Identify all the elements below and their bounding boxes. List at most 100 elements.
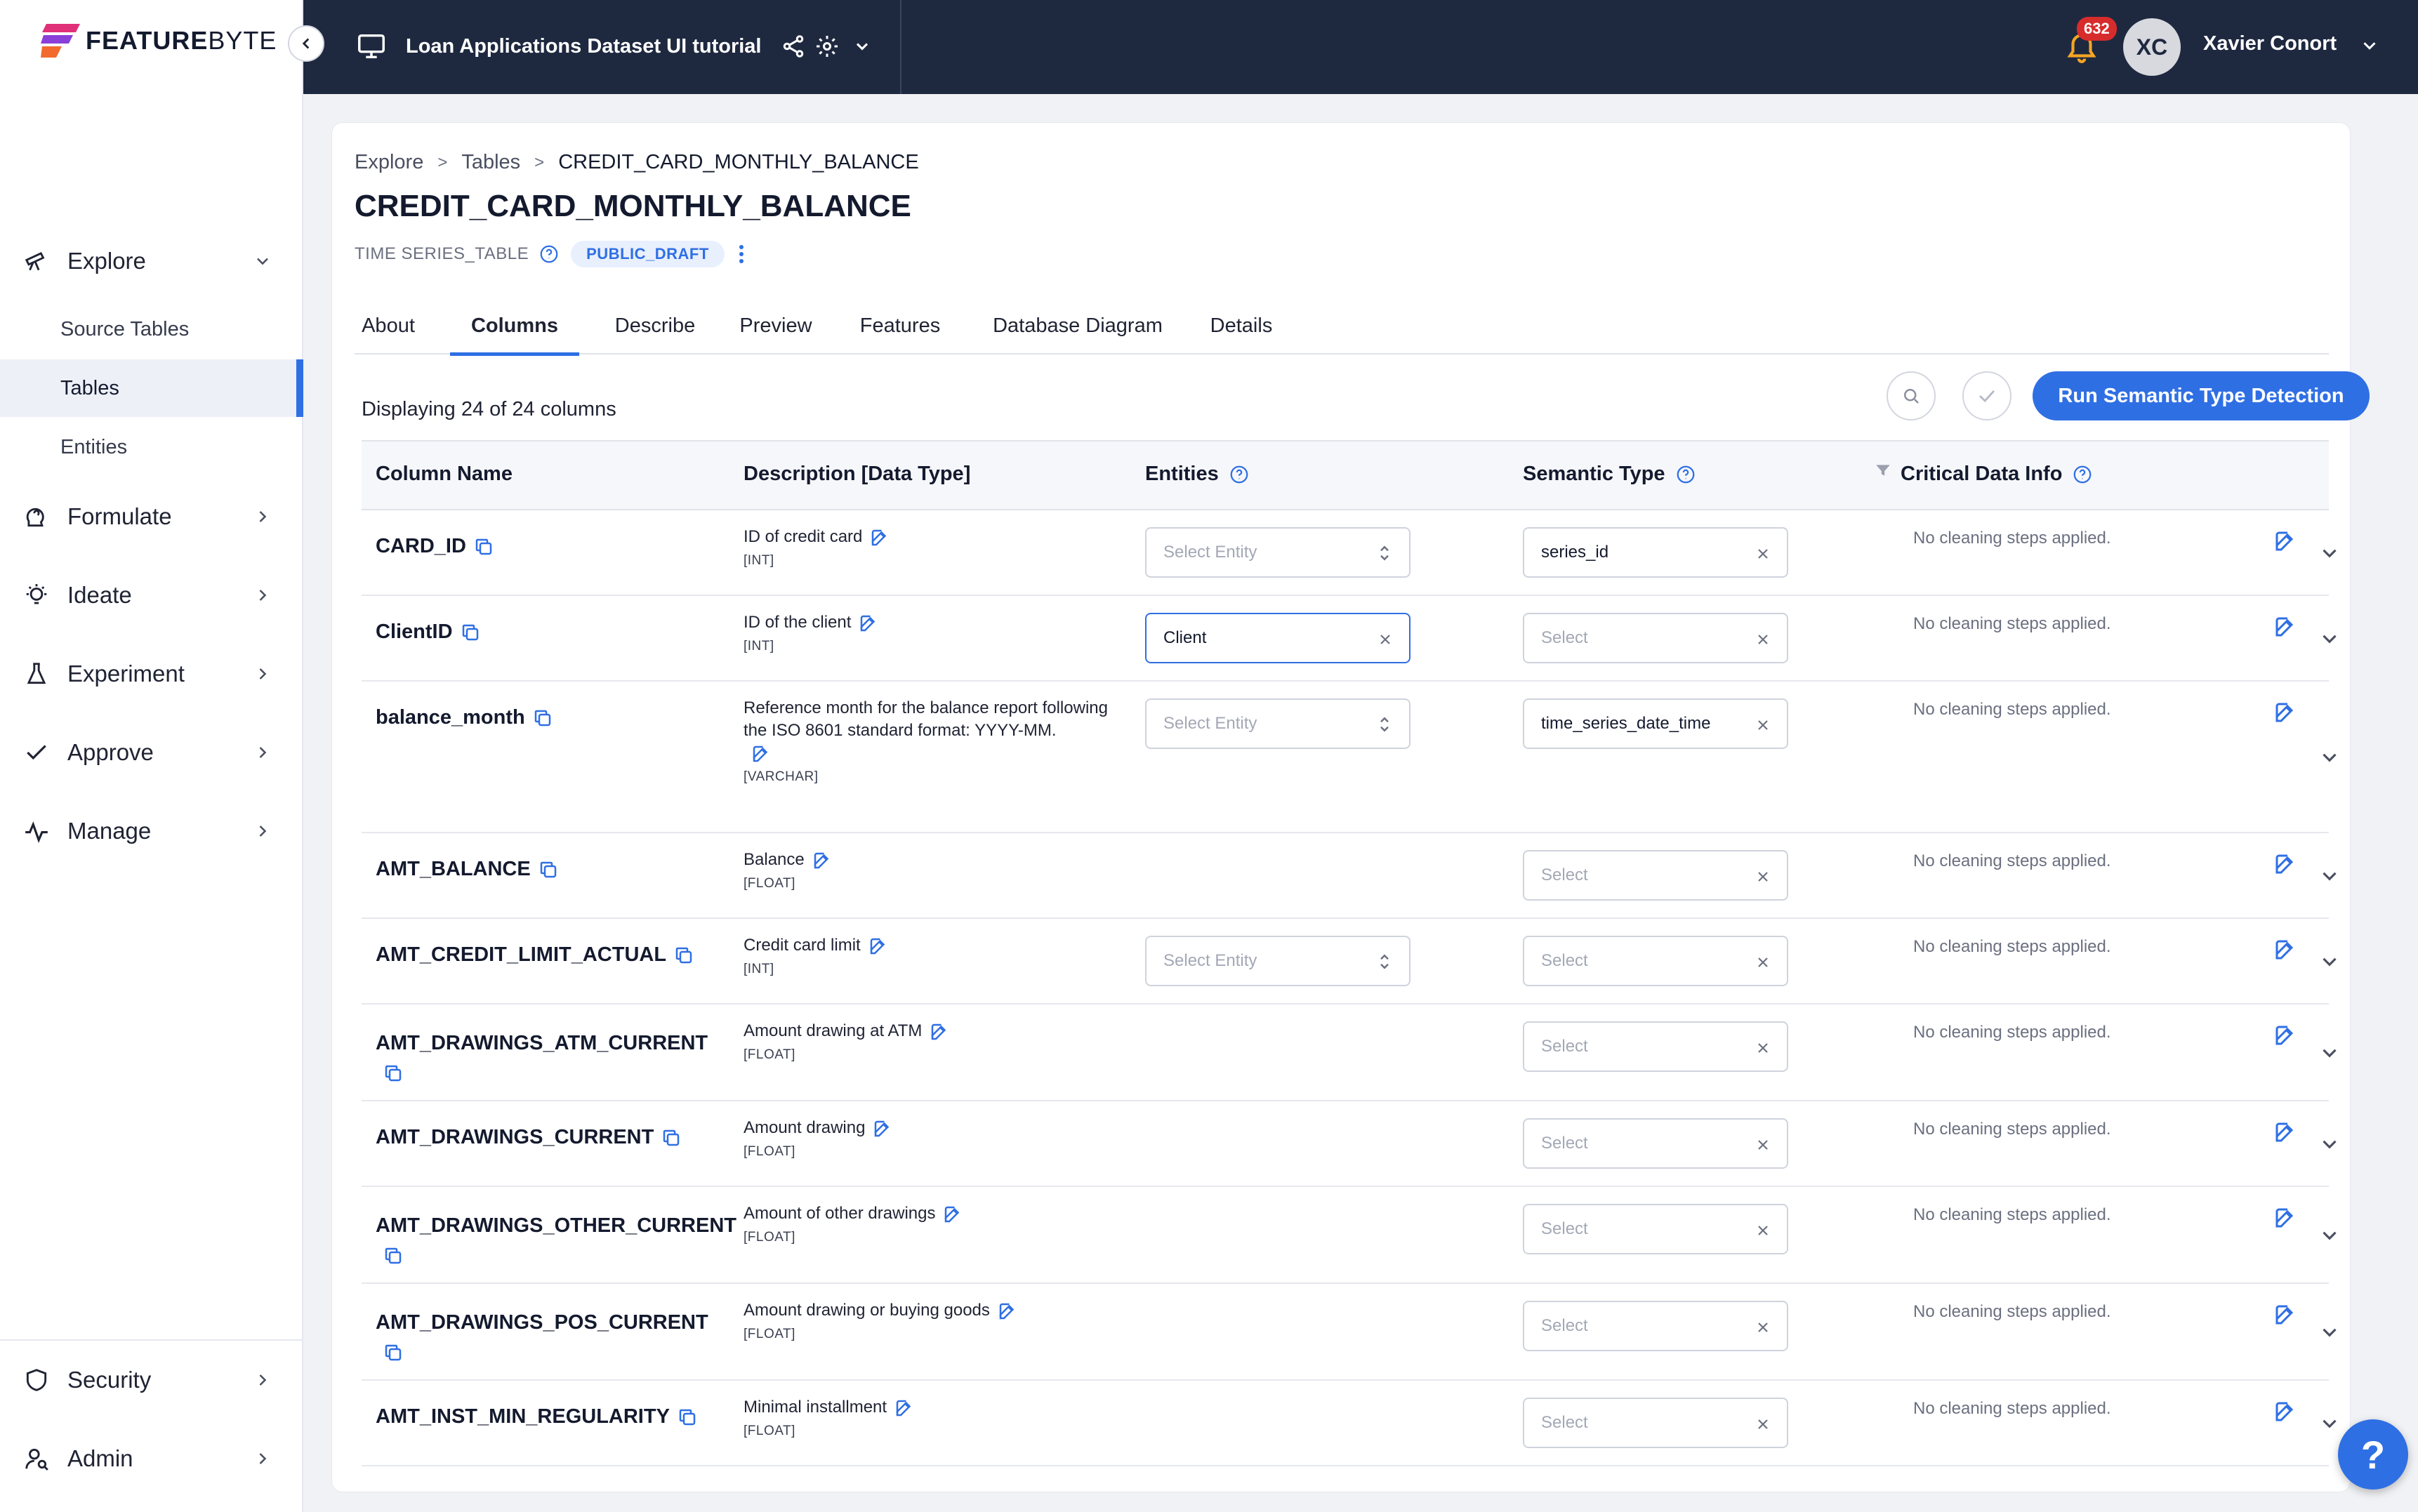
sidebar-item-manage[interactable]: Manage xyxy=(0,802,303,861)
clear-icon[interactable] xyxy=(1755,717,1771,734)
entity-select[interactable]: Select Entity xyxy=(1145,936,1410,986)
sidebar-subitem-entities[interactable]: Entities xyxy=(0,418,303,476)
edit-icon[interactable] xyxy=(2273,1205,2298,1231)
copy-icon[interactable] xyxy=(673,945,694,966)
gear-icon[interactable] xyxy=(814,34,840,59)
edit-description-icon[interactable] xyxy=(929,1021,950,1042)
sidebar-subitem-source-tables[interactable]: Source Tables xyxy=(0,300,303,358)
edit-icon[interactable] xyxy=(2273,1120,2298,1145)
edit-icon[interactable] xyxy=(2273,851,2298,877)
help-circle-icon[interactable] xyxy=(539,244,560,265)
edit-icon[interactable] xyxy=(2273,614,2298,639)
copy-icon[interactable] xyxy=(538,859,559,880)
chevron-down-icon[interactable] xyxy=(2318,950,2341,974)
breadcrumb-explore[interactable]: Explore xyxy=(355,151,423,174)
share-icon[interactable] xyxy=(781,34,806,59)
semantic-type-select[interactable]: Select xyxy=(1523,1204,1788,1254)
clear-icon[interactable] xyxy=(1755,1416,1771,1433)
chevron-down-icon[interactable] xyxy=(2359,35,2380,56)
copy-icon[interactable] xyxy=(460,622,481,643)
clear-icon[interactable] xyxy=(1755,868,1771,885)
help-circle-icon[interactable] xyxy=(1229,464,1250,485)
copy-icon[interactable] xyxy=(532,708,553,729)
chevron-down-icon[interactable] xyxy=(2318,745,2341,769)
chevron-down-icon[interactable] xyxy=(852,37,872,56)
edit-description-icon[interactable] xyxy=(997,1301,1018,1322)
help-circle-icon[interactable] xyxy=(2072,464,2093,485)
semantic-type-select[interactable]: Select xyxy=(1523,1398,1788,1448)
clear-icon[interactable] xyxy=(1377,631,1394,648)
clear-icon[interactable] xyxy=(1755,954,1771,971)
entity-select[interactable]: Select Entity xyxy=(1145,527,1410,578)
edit-icon[interactable] xyxy=(2273,1302,2298,1327)
chevron-down-icon[interactable] xyxy=(2318,1223,2341,1247)
clear-icon[interactable] xyxy=(1755,545,1771,562)
edit-description-icon[interactable] xyxy=(751,743,772,764)
chevron-down-icon[interactable] xyxy=(2318,864,2341,888)
sidebar-item-experiment[interactable]: Experiment xyxy=(0,644,303,703)
semantic-type-select[interactable]: series_id xyxy=(1523,527,1788,578)
entity-select[interactable]: Select Entity xyxy=(1145,698,1410,749)
collapse-sidebar-button[interactable] xyxy=(288,25,324,62)
tab-database-diagram[interactable]: Database Diagram xyxy=(979,297,1176,354)
semantic-type-select[interactable]: Select xyxy=(1523,1118,1788,1169)
tab-describe[interactable]: Describe xyxy=(606,297,704,354)
sidebar-item-formulate[interactable]: Formulate xyxy=(0,487,303,546)
copy-icon[interactable] xyxy=(383,1342,404,1363)
tab-about[interactable]: About xyxy=(355,297,422,354)
chevron-down-icon[interactable] xyxy=(2318,1041,2341,1065)
confirm-button[interactable] xyxy=(1962,371,2011,420)
edit-description-icon[interactable] xyxy=(872,1118,893,1139)
entity-select[interactable]: Client xyxy=(1145,613,1410,663)
help-circle-icon[interactable] xyxy=(1675,464,1696,485)
edit-icon[interactable] xyxy=(2273,1399,2298,1424)
clear-icon[interactable] xyxy=(1755,1136,1771,1153)
tab-details[interactable]: Details xyxy=(1203,297,1280,354)
copy-icon[interactable] xyxy=(677,1407,698,1428)
featurebyte-logo[interactable]: FEATUREBYTE xyxy=(41,20,277,62)
edit-description-icon[interactable] xyxy=(894,1398,915,1419)
edit-description-icon[interactable] xyxy=(812,850,833,871)
clear-icon[interactable] xyxy=(1755,1222,1771,1239)
semantic-type-select[interactable]: time_series_date_time xyxy=(1523,698,1788,749)
semantic-type-select[interactable]: Select xyxy=(1523,1021,1788,1072)
copy-icon[interactable] xyxy=(383,1245,404,1266)
edit-description-icon[interactable] xyxy=(869,527,890,548)
chevron-down-icon[interactable] xyxy=(2318,1132,2341,1156)
run-semantic-type-detection-button[interactable]: Run Semantic Type Detection xyxy=(2033,371,2370,420)
clear-icon[interactable] xyxy=(1755,1319,1771,1336)
kebab-menu-icon[interactable] xyxy=(734,241,748,267)
sidebar-item-ideate[interactable]: Ideate xyxy=(0,566,303,625)
clear-icon[interactable] xyxy=(1755,631,1771,648)
user-name[interactable]: Xavier Conort xyxy=(2203,32,2337,55)
tab-columns[interactable]: Columns xyxy=(450,297,579,356)
edit-description-icon[interactable] xyxy=(942,1204,963,1225)
chevron-down-icon[interactable] xyxy=(2318,1320,2341,1344)
search-button[interactable] xyxy=(1887,371,1936,420)
breadcrumb-tables[interactable]: Tables xyxy=(461,151,520,174)
edit-icon[interactable] xyxy=(2273,937,2298,962)
semantic-type-select[interactable]: Select xyxy=(1523,1301,1788,1351)
edit-description-icon[interactable] xyxy=(858,613,879,634)
tab-features[interactable]: Features xyxy=(847,297,953,354)
sidebar-item-approve[interactable]: Approve xyxy=(0,723,303,782)
copy-icon[interactable] xyxy=(473,536,494,557)
edit-description-icon[interactable] xyxy=(868,936,889,957)
edit-icon[interactable] xyxy=(2273,529,2298,554)
clear-icon[interactable] xyxy=(1755,1040,1771,1056)
edit-icon[interactable] xyxy=(2273,1023,2298,1048)
semantic-type-select[interactable]: Select xyxy=(1523,613,1788,663)
chevron-down-icon[interactable] xyxy=(2318,1412,2341,1435)
sidebar-item-security[interactable]: Security xyxy=(0,1351,303,1410)
copy-icon[interactable] xyxy=(383,1063,404,1084)
sidebar-item-explore[interactable]: Explore xyxy=(0,232,303,291)
copy-icon[interactable] xyxy=(661,1127,682,1148)
semantic-type-select[interactable]: Select xyxy=(1523,936,1788,986)
filter-icon[interactable] xyxy=(1874,461,1892,479)
sidebar-item-admin[interactable]: Admin xyxy=(0,1429,303,1488)
chevron-down-icon[interactable] xyxy=(2318,541,2341,565)
tab-preview[interactable]: Preview xyxy=(731,297,821,354)
avatar[interactable]: XC xyxy=(2123,18,2181,76)
sidebar-subitem-tables[interactable]: Tables xyxy=(0,359,303,417)
semantic-type-select[interactable]: Select xyxy=(1523,850,1788,901)
